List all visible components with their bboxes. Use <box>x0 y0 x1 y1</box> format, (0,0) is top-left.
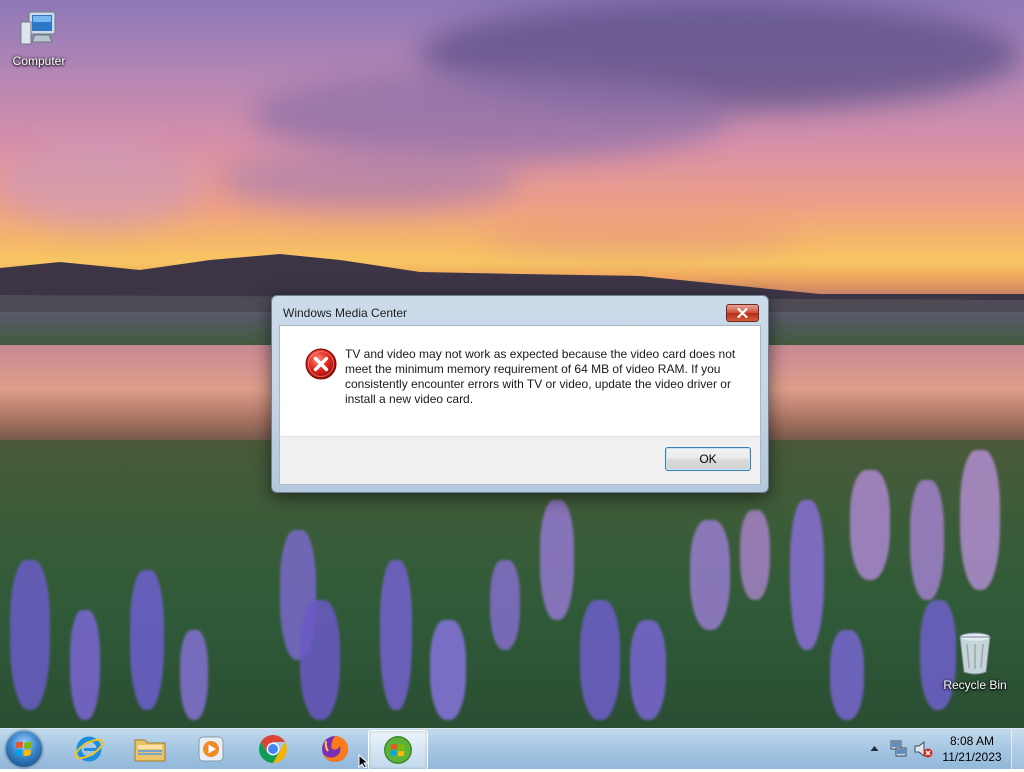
taskbar-media-player[interactable] <box>182 730 240 768</box>
media-player-icon <box>198 736 224 762</box>
desktop-icon-label: Recycle Bin <box>943 678 1007 692</box>
close-icon <box>737 308 748 318</box>
taskbar-internet-explorer[interactable] <box>60 730 118 768</box>
close-button[interactable] <box>726 304 759 322</box>
taskbar-chrome[interactable] <box>244 730 302 768</box>
system-clock[interactable]: 8:08 AM 11/21/2023 <box>934 733 1010 765</box>
dialog-titlebar[interactable]: Windows Media Center <box>272 296 768 326</box>
clock-date: 11/21/2023 <box>942 750 1002 764</box>
chrome-icon <box>259 735 287 763</box>
windows-logo-icon <box>15 741 32 756</box>
desktop-icon-label: Computer <box>12 54 66 68</box>
windows-media-center-icon <box>384 736 412 764</box>
taskbar-file-explorer[interactable] <box>121 730 179 768</box>
taskbar: 8:08 AM 11/21/2023 <box>0 728 1024 770</box>
network-icon[interactable] <box>890 740 908 758</box>
desktop-icon-computer[interactable]: Computer <box>1 8 77 68</box>
desktop-icon-recycle-bin[interactable]: Recycle Bin <box>937 630 1013 692</box>
show-desktop-button[interactable] <box>1011 729 1024 769</box>
taskbar-windows-media-center[interactable] <box>368 730 428 770</box>
taskbar-firefox[interactable] <box>306 730 364 768</box>
clock-time: 8:08 AM <box>949 734 995 748</box>
dialog-message: TV and video may not work as expected be… <box>345 347 736 406</box>
start-button[interactable] <box>6 731 42 767</box>
recycle-bin-icon <box>959 632 991 675</box>
volume-muted-icon[interactable] <box>913 740 933 758</box>
firefox-icon <box>322 736 348 762</box>
mouse-cursor-icon <box>358 754 370 768</box>
show-hidden-icons-arrow-icon[interactable] <box>870 745 879 752</box>
error-icon <box>305 348 337 380</box>
internet-explorer-icon <box>74 736 104 762</box>
computer-icon <box>20 11 56 45</box>
dialog-content: TV and video may not work as expected be… <box>279 325 761 436</box>
dialog-title: Windows Media Center <box>283 306 408 320</box>
dialog-footer: OK <box>279 436 761 485</box>
file-explorer-icon <box>134 739 166 762</box>
ok-button[interactable]: OK <box>665 447 751 471</box>
error-dialog: Windows Media Center TV and video may no… <box>271 295 769 493</box>
